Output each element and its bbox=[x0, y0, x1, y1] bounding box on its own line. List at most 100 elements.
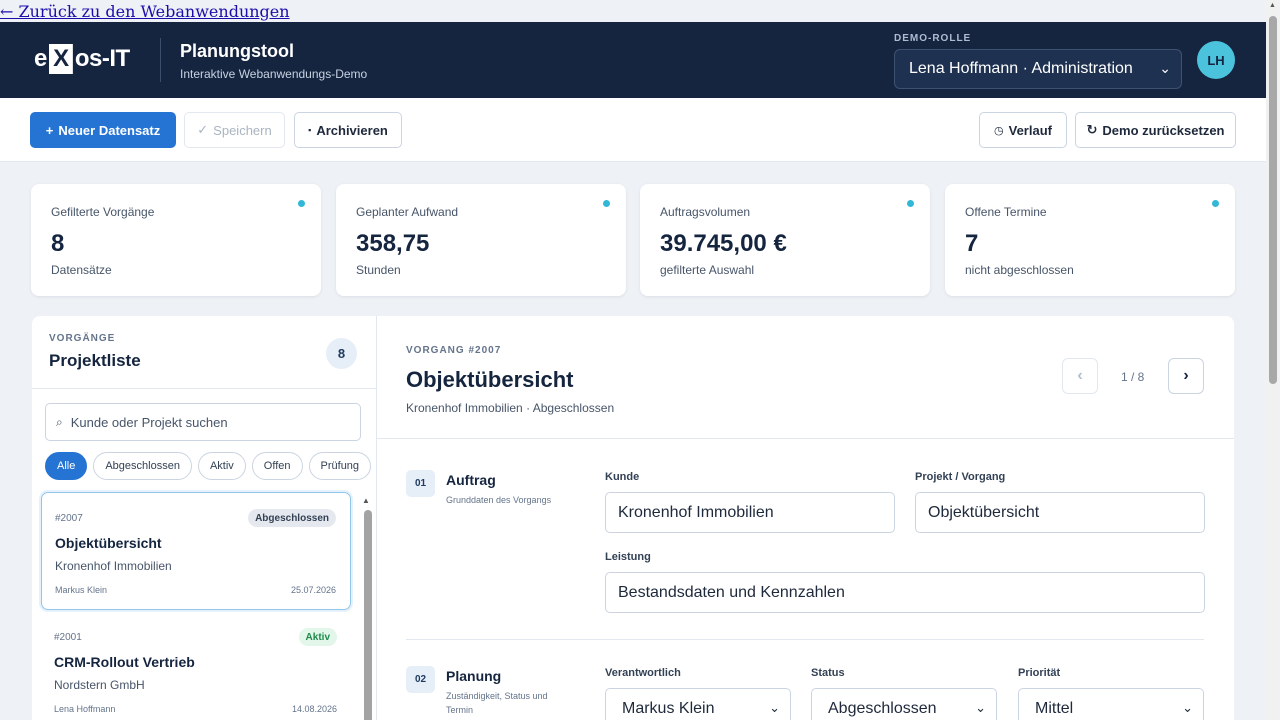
divider bbox=[32, 388, 376, 389]
kpi-card-effort: Geplanter Aufwand 358,75 Stunden bbox=[336, 184, 626, 296]
page-scroll-thumb[interactable] bbox=[1269, 16, 1277, 384]
verantwortlich-select[interactable]: Markus Klein ⌄ bbox=[605, 688, 791, 720]
item-date: 14.08.2026 bbox=[291, 704, 337, 714]
company-logo[interactable]: e Xos-IT bbox=[34, 42, 130, 76]
status-value: Abgeschlossen bbox=[828, 699, 937, 717]
verantwortlich-value: Markus Klein bbox=[622, 699, 715, 717]
new-record-label: Neuer Datensatz bbox=[58, 122, 161, 138]
prev-record-button[interactable]: ‹ bbox=[1062, 358, 1098, 394]
kpi-value: 7 bbox=[965, 230, 979, 257]
filter-chip-alle[interactable]: Alle bbox=[45, 452, 88, 480]
list-item[interactable]: #2001 Aktiv CRM-Rollout Vertrieb Nordste… bbox=[41, 612, 351, 720]
detail-panel: VORGANG #2007 Objektübersicht Kronenhof … bbox=[377, 316, 1234, 720]
kpi-label: Auftragsvolumen bbox=[660, 205, 751, 219]
chevron-right-icon: › bbox=[1183, 367, 1189, 384]
kpi-value: 358,75 bbox=[356, 230, 430, 257]
filter-chips: Alle Abgeschlossen Aktiv Offen Prüfung N… bbox=[45, 452, 376, 482]
filter-chip-aktiv[interactable]: Aktiv bbox=[197, 452, 246, 480]
app-title: Planungstool bbox=[180, 41, 294, 61]
logo-text-post: os-IT bbox=[74, 45, 130, 72]
status-dot-icon bbox=[1212, 200, 1219, 207]
list-title: Projektliste bbox=[49, 351, 141, 370]
item-customer: Kronenhof Immobilien bbox=[55, 559, 172, 573]
next-record-button[interactable]: › bbox=[1168, 358, 1204, 394]
plus-icon: + bbox=[45, 122, 54, 138]
search-box[interactable]: ⌕ bbox=[45, 403, 361, 441]
kpi-card-filtered: Gefilterte Vorgänge 8 Datensätze bbox=[31, 184, 321, 296]
prioritaet-value: Mittel bbox=[1035, 699, 1074, 717]
section-number: 02 bbox=[406, 666, 435, 693]
chevron-down-icon: ⌄ bbox=[975, 700, 986, 715]
chevron-left-icon: ‹ bbox=[1077, 367, 1083, 384]
archive-button[interactable]: ▪ Archivieren bbox=[294, 112, 402, 148]
field-label-status: Status bbox=[811, 667, 845, 679]
kpi-label: Geplanter Aufwand bbox=[356, 205, 459, 219]
archive-icon: ▪ bbox=[308, 125, 312, 135]
header-divider bbox=[160, 38, 161, 82]
history-button[interactable]: ◷ Verlauf bbox=[979, 112, 1067, 148]
reset-label: Demo zurücksetzen bbox=[1102, 122, 1225, 138]
field-label-kunde: Kunde bbox=[605, 471, 640, 483]
item-date: 25.07.2026 bbox=[290, 585, 336, 595]
history-label: Verlauf bbox=[1008, 122, 1052, 138]
prioritaet-select[interactable]: Mittel ⌄ bbox=[1018, 688, 1204, 720]
section-description: Zuständigkeit, Status und Termin bbox=[446, 691, 548, 715]
list-scroll-up-icon[interactable]: ▲ bbox=[362, 496, 370, 505]
filter-chip-offen[interactable]: Offen bbox=[251, 452, 303, 480]
kpi-sub: gefilterte Auswahl bbox=[660, 263, 755, 277]
role-select[interactable]: Lena Hoffmann · Administration ⌄ bbox=[894, 49, 1182, 89]
list-scrollbar[interactable] bbox=[364, 510, 372, 720]
status-badge: Aktiv bbox=[298, 628, 337, 646]
page-scrollbar[interactable]: ▲ bbox=[1266, 0, 1280, 720]
app-subtitle: Interaktive Webanwendungs-Demo bbox=[180, 67, 368, 81]
save-button[interactable]: ✓ Speichern bbox=[184, 112, 285, 148]
new-record-button[interactable]: + Neuer Datensatz bbox=[30, 112, 176, 148]
kunde-field[interactable]: Kronenhof Immobilien bbox=[605, 492, 895, 533]
section-number: 01 bbox=[406, 470, 435, 497]
detail-overline: VORGANG #2007 bbox=[406, 345, 502, 356]
kpi-value: 39.745,00 € bbox=[660, 230, 787, 257]
field-label-leistung: Leistung bbox=[605, 551, 651, 563]
logo-x-mark: X bbox=[48, 44, 73, 74]
field-label-verantwortlich: Verantwortlich bbox=[605, 667, 681, 679]
divider bbox=[377, 438, 1234, 439]
leistung-value: Bestandsdaten und Kennzahlen bbox=[618, 583, 845, 601]
user-avatar[interactable]: LH bbox=[1197, 41, 1235, 79]
search-input[interactable] bbox=[70, 414, 331, 430]
leistung-field[interactable]: Bestandsdaten und Kennzahlen bbox=[605, 572, 1205, 613]
role-value: Lena Hoffmann · Administration bbox=[909, 60, 1133, 77]
kpi-value: 8 bbox=[51, 230, 65, 257]
detail-subtitle: Kronenhof Immobilien · Abgeschlossen bbox=[406, 401, 615, 415]
back-link[interactable]: ← Zurück zu den Webanwendungen bbox=[0, 2, 290, 21]
reset-demo-button[interactable]: ↻ Demo zurücksetzen bbox=[1075, 112, 1236, 148]
item-owner: Lena Hoffmann bbox=[54, 704, 116, 714]
chevron-down-icon: ⌄ bbox=[769, 700, 780, 715]
status-badge: Abgeschlossen bbox=[248, 509, 336, 527]
list-count-badge: 8 bbox=[326, 338, 357, 369]
status-dot-icon bbox=[603, 200, 610, 207]
role-label: DEMO-ROLLE bbox=[894, 33, 972, 44]
field-label-prioritaet: Priorität bbox=[1018, 667, 1061, 679]
projekt-field[interactable]: Objektübersicht bbox=[915, 492, 1205, 533]
projekt-value: Objektübersicht bbox=[928, 503, 1040, 521]
field-label-projekt: Projekt / Vorgang bbox=[915, 471, 1006, 483]
filter-chip-pruefung[interactable]: Prüfung bbox=[308, 452, 372, 480]
list-overline: VORGÄNGE bbox=[49, 333, 116, 344]
refresh-icon: ↻ bbox=[1086, 122, 1098, 137]
item-id: #2001 bbox=[54, 632, 82, 643]
chevron-down-icon: ⌄ bbox=[1159, 60, 1171, 76]
filter-chip-abgeschlossen[interactable]: Abgeschlossen bbox=[93, 452, 192, 480]
clock-icon: ◷ bbox=[994, 124, 1004, 137]
scroll-up-icon[interactable]: ▲ bbox=[1269, 2, 1276, 9]
kunde-value: Kronenhof Immobilien bbox=[618, 503, 774, 521]
item-title: Objektübersicht bbox=[55, 535, 162, 551]
divider bbox=[406, 639, 1204, 640]
search-icon: ⌕ bbox=[56, 414, 63, 429]
save-label: Speichern bbox=[213, 122, 272, 138]
kpi-label: Gefilterte Vorgänge bbox=[51, 205, 155, 219]
action-toolbar: + Neuer Datensatz ✓ Speichern ▪ Archivie… bbox=[0, 98, 1266, 162]
status-dot-icon bbox=[298, 200, 305, 207]
app-header: e Xos-IT Planungstool Interaktive Webanwe… bbox=[0, 22, 1266, 98]
list-item[interactable]: #2007 Abgeschlossen Objektübersicht Kron… bbox=[41, 492, 351, 610]
status-select[interactable]: Abgeschlossen ⌄ bbox=[811, 688, 997, 720]
